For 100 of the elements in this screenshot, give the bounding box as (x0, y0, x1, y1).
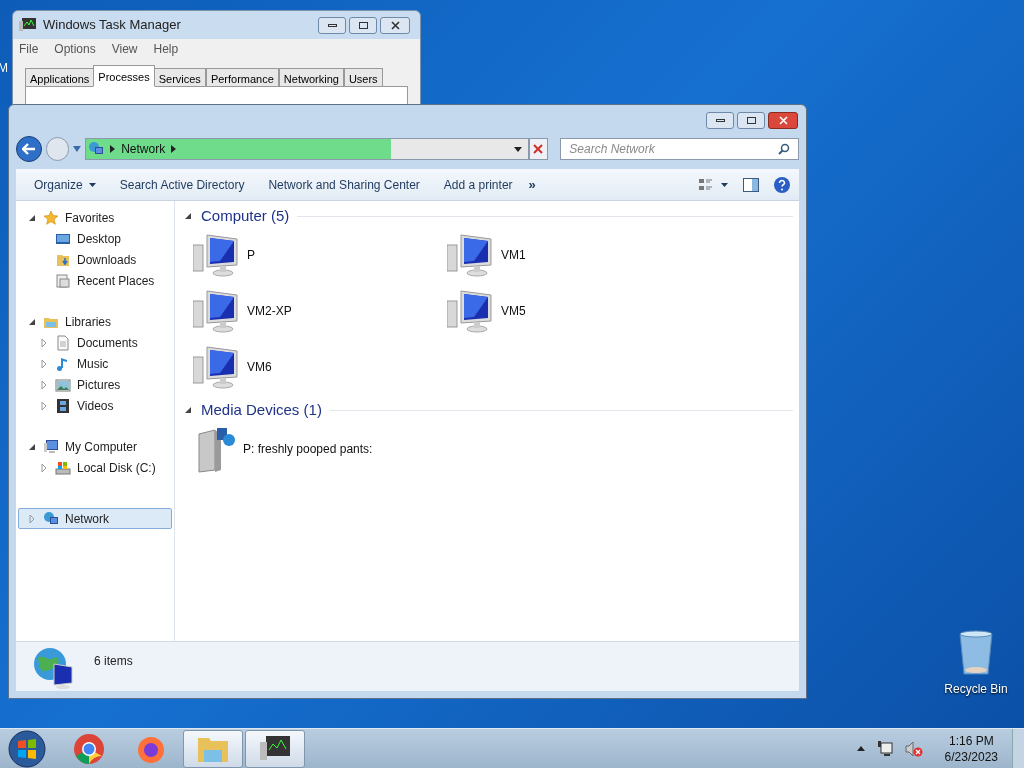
taskbar-button[interactable] (245, 729, 305, 768)
network-device-item[interactable]: VM2-XP (193, 283, 447, 339)
nav-item[interactable]: Music (18, 353, 172, 374)
group-header[interactable]: Media Devices (1) (201, 398, 322, 422)
search-field[interactable]: Search Network (560, 138, 799, 160)
start-button[interactable] (7, 729, 47, 768)
menu-item[interactable]: File (19, 40, 39, 58)
clock-time[interactable]: 1:16 PM (948, 732, 994, 749)
nav-label: Pictures (77, 376, 121, 394)
nav-item[interactable]: My Computer (18, 436, 172, 457)
device-name: VM1 (501, 247, 526, 264)
toolbar-button[interactable]: Search Active Directory (111, 172, 253, 197)
item-count: 6 items (94, 653, 133, 670)
close-button[interactable] (768, 111, 798, 129)
tab[interactable]: Services (153, 68, 206, 87)
maximize-button[interactable] (349, 16, 377, 34)
device-name: P (247, 247, 255, 264)
device-name: VM6 (247, 359, 272, 376)
toolbar-button[interactable]: Add a printer (435, 172, 521, 197)
nav-item[interactable]: Downloads (18, 249, 172, 270)
star-icon (43, 209, 59, 226)
computer-icon (193, 233, 241, 277)
nav-item[interactable]: Desktop (18, 228, 172, 249)
close-icon (778, 115, 788, 125)
toolbar-button[interactable]: Organize (26, 172, 104, 197)
recycle-bin-icon[interactable] (957, 630, 995, 676)
address-dropdown-icon[interactable] (513, 146, 522, 152)
breadcrumb[interactable]: Network (121, 140, 166, 158)
menu-item[interactable]: View (111, 40, 138, 58)
more-commands-button[interactable]: » (528, 174, 536, 195)
expanded-arrow-icon[interactable] (184, 212, 192, 220)
stop-button[interactable] (528, 138, 549, 160)
breadcrumb-arrow-icon[interactable] (171, 145, 177, 153)
muted-speaker-icon[interactable] (904, 740, 923, 757)
device-name: VM5 (501, 303, 526, 320)
menu-item[interactable]: Options (54, 40, 96, 58)
clock-date[interactable]: 6/23/2023 (944, 748, 998, 765)
nav-label: Documents (77, 334, 138, 352)
minimize-button[interactable] (318, 16, 346, 34)
search-placeholder: Search Network (569, 141, 655, 158)
collapsed-arrow-icon[interactable] (40, 380, 48, 389)
breadcrumb-arrow-icon[interactable] (110, 145, 116, 153)
group-header[interactable]: Computer (5) (201, 204, 290, 228)
network-status-icon[interactable] (876, 740, 893, 757)
tab[interactable]: Applications (25, 68, 95, 87)
menu-item[interactable]: Help (153, 40, 179, 58)
collapsed-arrow-icon[interactable] (40, 359, 48, 368)
nav-item[interactable]: Recent Places (18, 270, 172, 291)
help-icon[interactable] (773, 175, 791, 194)
nav-label: Recent Places (77, 272, 155, 290)
minimize-button[interactable] (706, 111, 734, 129)
network-device-item[interactable]: P: freshly pooped pants: (193, 421, 447, 477)
nav-item[interactable]: Libraries (18, 311, 172, 332)
device-name: VM2-XP (247, 303, 292, 320)
collapsed-arrow-icon[interactable] (40, 338, 48, 347)
back-button[interactable] (16, 136, 42, 162)
window-title: Windows Task Manager (43, 16, 181, 35)
preview-pane-icon[interactable] (743, 177, 759, 192)
videos-icon (55, 397, 71, 414)
recent-icon (55, 272, 71, 289)
history-dropdown-icon[interactable] (73, 146, 82, 152)
view-options-icon[interactable] (699, 177, 729, 192)
nav-item[interactable]: Local Disk (C:) (18, 457, 172, 478)
tab[interactable]: Networking (278, 68, 344, 87)
expanded-arrow-icon[interactable] (184, 406, 192, 414)
collapsed-arrow-icon[interactable] (40, 463, 48, 472)
nav-item[interactable]: Videos (18, 395, 172, 416)
close-icon (533, 144, 544, 154)
nav-label: Local Disk (C:) (77, 459, 156, 477)
network-icon (43, 510, 59, 527)
nav-label: Libraries (65, 313, 112, 331)
network-device-item[interactable]: VM6 (193, 339, 447, 395)
network-device-item[interactable]: VM5 (447, 283, 701, 339)
network-device-item[interactable]: P (193, 227, 447, 283)
expanded-arrow-icon[interactable] (28, 442, 36, 451)
nav-item[interactable]: Documents (18, 332, 172, 353)
nav-label: Desktop (77, 230, 122, 248)
nav-label: Downloads (77, 251, 137, 269)
maximize-button[interactable] (737, 111, 765, 129)
tab[interactable]: Processes (93, 65, 155, 87)
nav-item[interactable]: Network (18, 508, 172, 529)
nav-label: Music (77, 355, 109, 373)
collapsed-arrow-icon[interactable] (40, 401, 48, 410)
tab[interactable]: Performance (205, 68, 279, 87)
tab[interactable]: Users (343, 68, 383, 87)
network-icon (88, 141, 105, 157)
search-icon (778, 143, 790, 155)
nav-item[interactable]: Favorites (18, 207, 172, 228)
nav-label: Favorites (65, 209, 115, 227)
monitor-icon (19, 17, 37, 33)
computer-icon (193, 345, 241, 389)
expanded-arrow-icon[interactable] (28, 213, 36, 222)
show-hidden-icons-button[interactable] (856, 746, 865, 751)
expanded-arrow-icon[interactable] (28, 317, 36, 326)
nav-item[interactable]: Pictures (18, 374, 172, 395)
address-bar[interactable]: Network (85, 138, 529, 160)
network-device-item[interactable]: VM1 (447, 227, 701, 283)
close-button[interactable] (380, 16, 410, 34)
desktop-icon-label[interactable]: Recycle Bin (944, 680, 1008, 698)
toolbar-button[interactable]: Network and Sharing Center (260, 172, 428, 197)
